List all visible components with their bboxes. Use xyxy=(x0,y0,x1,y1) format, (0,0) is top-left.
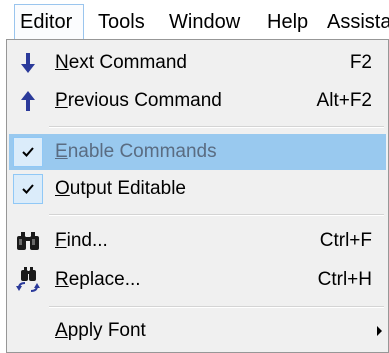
apply-font-label: Apply Font xyxy=(55,320,146,341)
menu-item-output-editable[interactable]: Output Editable xyxy=(9,171,386,207)
editor-dropdown-menu: Next Command F2 Previous Command Alt+F2 … xyxy=(6,39,389,353)
menu-separator xyxy=(49,214,384,216)
menubar-item-window[interactable]: Window xyxy=(164,4,245,40)
binoculars-icon xyxy=(13,223,43,259)
mnemonic-char: P xyxy=(55,90,68,111)
replace-shortcut: Ctrl+H xyxy=(317,269,372,290)
mnemonic-char: H xyxy=(267,11,282,33)
next-command-label: Next Command xyxy=(55,52,188,73)
menu-item-find[interactable]: Find... Ctrl+F xyxy=(9,223,386,259)
mnemonic-char: R xyxy=(55,269,69,290)
menu-separator xyxy=(49,126,384,128)
mnemonic-char: E xyxy=(55,141,68,162)
menubar-window-label: Window xyxy=(169,11,241,33)
checkmark-icon xyxy=(13,137,43,167)
menubar-help-label: Help xyxy=(267,11,309,33)
mnemonic-char: T xyxy=(98,11,108,33)
chevron-right-icon xyxy=(377,326,382,336)
mnemonic-char: O xyxy=(55,178,70,199)
previous-command-shortcut: Alt+F2 xyxy=(316,90,372,111)
next-command-shortcut: F2 xyxy=(349,52,372,73)
menu-item-apply-font[interactable]: Apply Font xyxy=(9,313,386,349)
menubar-assistant-label: Assista xyxy=(327,11,389,33)
menubar-item-assistant[interactable]: Assista xyxy=(322,4,389,40)
menu-bar: Editor Tools Window Help Assista xyxy=(0,0,389,40)
mnemonic-char: W xyxy=(169,11,188,33)
menubar-item-tools[interactable]: Tools xyxy=(93,4,150,40)
mnemonic-char: d xyxy=(33,11,45,33)
find-shortcut: Ctrl+F xyxy=(319,230,372,251)
mnemonic-char: A xyxy=(55,320,68,341)
checkmark-icon xyxy=(13,174,43,204)
menu-item-previous-command[interactable]: Previous Command Alt+F2 xyxy=(9,83,386,119)
mnemonic-char: N xyxy=(55,52,69,73)
menu-separator xyxy=(49,306,384,308)
arrow-up-icon xyxy=(13,83,43,119)
menu-item-enable-commands[interactable]: Enable Commands xyxy=(9,134,386,170)
menubar-editor-label: Editor xyxy=(20,11,73,33)
menubar-item-help[interactable]: Help xyxy=(262,4,313,40)
mnemonic-char: F xyxy=(55,230,67,251)
menu-item-next-command[interactable]: Next Command F2 xyxy=(9,45,386,81)
output-editable-label: Output Editable xyxy=(55,178,186,199)
menubar-tools-label: Tools xyxy=(98,11,145,33)
menubar-item-editor[interactable]: Editor xyxy=(14,4,84,40)
menu-item-replace[interactable]: Replace... Ctrl+H xyxy=(9,262,386,298)
previous-command-label: Previous Command xyxy=(55,90,222,111)
replace-icon xyxy=(13,262,43,298)
enable-commands-label: Enable Commands xyxy=(55,141,217,162)
find-label: Find... xyxy=(55,230,108,251)
replace-label: Replace... xyxy=(55,269,141,290)
arrow-down-icon xyxy=(13,45,43,81)
